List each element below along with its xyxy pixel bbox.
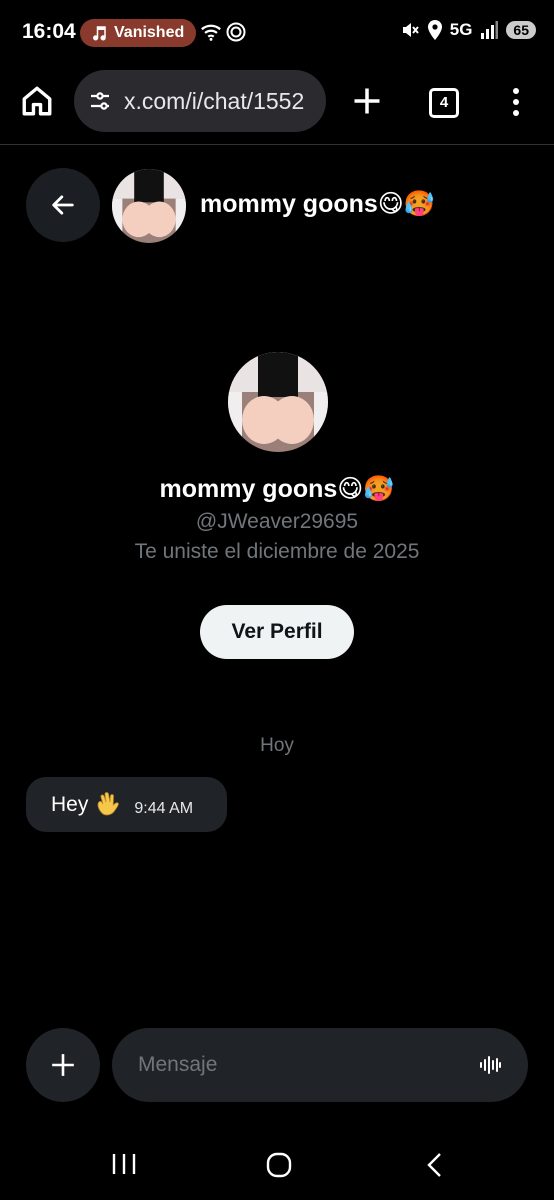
mute-icon xyxy=(402,23,419,37)
back-nav-icon[interactable] xyxy=(424,1151,444,1179)
new-tab-icon[interactable] xyxy=(352,86,382,116)
wifi-icon xyxy=(201,24,221,41)
waving-hand-icon xyxy=(97,791,120,815)
message-text: Hey xyxy=(51,792,89,816)
home-icon[interactable] xyxy=(20,84,54,118)
view-profile-button[interactable]: Ver Perfil xyxy=(200,605,354,659)
site-settings-icon[interactable] xyxy=(88,89,112,113)
signal-icon xyxy=(481,21,499,39)
chat-title[interactable]: mommy goons😋🥵 xyxy=(200,189,435,219)
voice-message-icon[interactable] xyxy=(478,1053,502,1077)
message-bubble[interactable]: Hey 9:44 AM xyxy=(26,777,227,832)
url-text: x.com/i/chat/1552 xyxy=(124,87,305,114)
home-circle-icon[interactable] xyxy=(265,1151,293,1179)
status-icons-left xyxy=(200,22,246,42)
profile-joined-date: Te uniste el diciembre de 2025 xyxy=(134,540,420,563)
status-bar: 16:04 Vanished 5G 65 xyxy=(0,0,554,64)
avatar-image xyxy=(112,169,186,243)
nfc-icon xyxy=(226,22,246,42)
music-note-icon xyxy=(93,26,106,41)
message-time: 9:44 AM xyxy=(134,799,194,817)
vanished-label: Vanished xyxy=(114,24,185,41)
profile-avatar[interactable] xyxy=(228,352,328,452)
browser-toolbar: x.com/i/chat/1552 4 xyxy=(0,64,554,144)
recent-apps-icon[interactable] xyxy=(110,1152,138,1176)
date-separator: Hoy xyxy=(260,735,294,756)
plus-icon xyxy=(52,1054,74,1076)
location-icon xyxy=(427,20,442,40)
vanished-indicator: Vanished xyxy=(80,19,197,47)
back-button[interactable] xyxy=(26,168,100,242)
status-time: 16:04 xyxy=(22,20,76,43)
battery-indicator: 65 xyxy=(506,21,536,39)
profile-handle: @JWeaver29695 xyxy=(195,510,359,533)
profile-avatar-image xyxy=(228,352,328,452)
arrow-left-icon xyxy=(52,195,74,215)
message-input-placeholder: Mensaje xyxy=(138,1053,218,1076)
system-nav-bar xyxy=(0,1126,554,1200)
avatar[interactable] xyxy=(112,169,186,243)
network-type: 5G xyxy=(449,20,473,39)
address-bar[interactable]: x.com/i/chat/1552 xyxy=(74,70,326,132)
message-input[interactable]: Mensaje xyxy=(112,1028,528,1102)
more-menu-icon[interactable] xyxy=(508,86,524,118)
tab-switcher-button[interactable]: 4 xyxy=(429,88,459,118)
add-attachment-button[interactable] xyxy=(26,1028,100,1102)
profile-name: mommy goons😋🥵 xyxy=(159,475,395,503)
chat-header: mommy goons😋🥵 xyxy=(0,145,554,265)
status-icons-right: 5G 65 xyxy=(400,20,536,40)
